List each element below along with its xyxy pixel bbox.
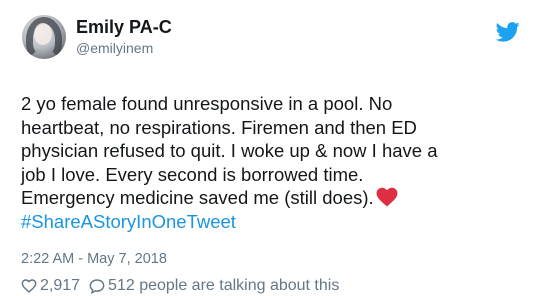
- like-count[interactable]: 2,917: [40, 277, 80, 295]
- red-heart-emoji-icon: [376, 187, 398, 207]
- author-handle[interactable]: @emilyinem: [76, 40, 153, 56]
- heart-outline-icon[interactable]: [21, 278, 37, 294]
- tweet-line: 2 yo female found unresponsive in a pool…: [21, 93, 393, 114]
- tweet-line: job I love. Every second is borrowed tim…: [21, 163, 364, 185]
- hashtag-link[interactable]: #ShareAStoryInOneTweet: [21, 210, 526, 234]
- tweet-text: 2 yo female found unresponsive in a pool…: [21, 92, 526, 233]
- author-name[interactable]: Emily PA-C: [76, 17, 172, 38]
- avatar-face: [34, 23, 52, 45]
- twitter-bird-icon[interactable]: [496, 22, 520, 42]
- speech-bubble-icon[interactable]: [89, 278, 105, 294]
- avatar[interactable]: [22, 15, 66, 59]
- engagement-stats: 2,917 512 people are talking about this: [21, 277, 339, 295]
- tweet-card: Emily PA-C @emilyinem 2 yo female found …: [0, 0, 543, 296]
- timestamp[interactable]: 2:22 AM - May 7, 2018: [21, 251, 167, 267]
- tweet-line-text: Emergency medicine saved me (still does)…: [21, 187, 374, 208]
- replies-text[interactable]: 512 people are talking about this: [108, 277, 339, 295]
- tweet-line: heartbeat, no respirations. Firemen and …: [21, 116, 417, 138]
- tweet-line-last: Emergency medicine saved me (still does)…: [21, 186, 526, 210]
- tweet-line: physician refused to quit. I woke up & n…: [21, 140, 438, 161]
